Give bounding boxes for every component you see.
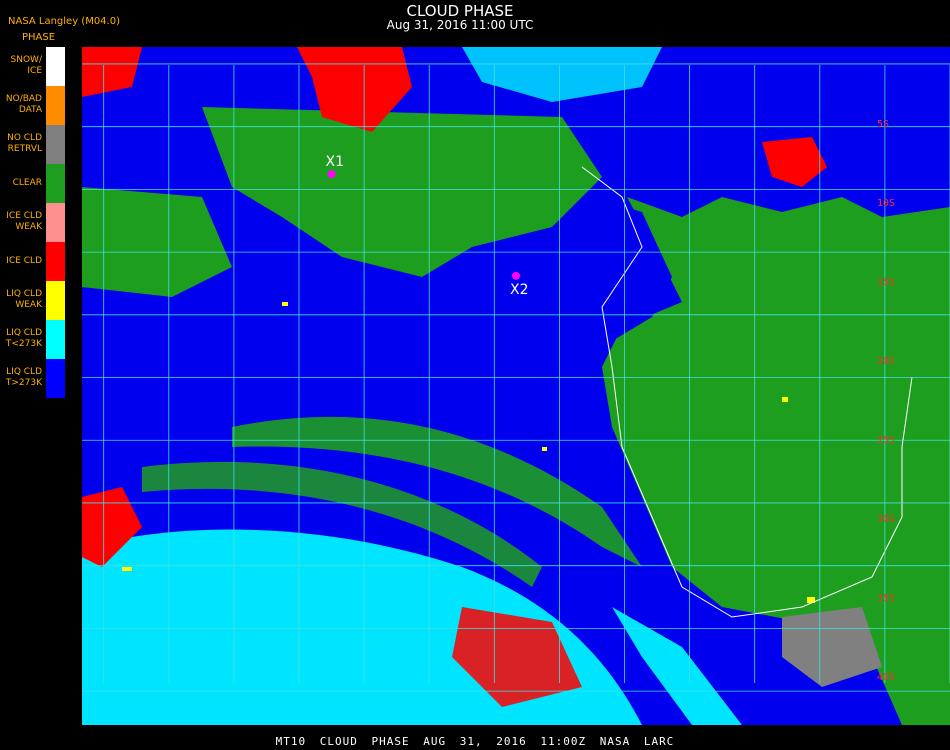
legend-item: ICE CLD WEAK <box>0 203 66 242</box>
legend-item: SNOW/ ICE <box>0 47 66 86</box>
legend-label: SNOW/ ICE <box>10 55 42 76</box>
lat-label: 20S <box>877 356 895 367</box>
legend-label: NO CLD RETRVL <box>7 133 42 154</box>
legend-label: ICE CLD WEAK <box>6 211 42 232</box>
org-label: NASA Langley (M04.0) <box>8 16 120 27</box>
legend-swatch <box>46 320 65 359</box>
legend-swatch <box>46 203 65 242</box>
legend-label: LIQ CLD WEAK <box>6 289 42 310</box>
legend-item: NO/BAD DATA <box>0 86 66 125</box>
legend-label: NO/BAD DATA <box>5 94 42 115</box>
lat-label: 15S <box>877 277 895 288</box>
legend-swatch <box>46 242 65 281</box>
legend-item: LIQ CLD T<273K <box>0 320 66 359</box>
legend-item: ICE CLD <box>0 242 66 281</box>
legend-label: LIQ CLD T>273K <box>5 367 42 388</box>
legend-item: CLEAR <box>0 164 66 203</box>
marker-point <box>512 271 520 280</box>
legend-swatch <box>46 359 65 398</box>
timestamp: Aug 31, 2016 11:00 UTC <box>386 18 534 32</box>
legend-swatch <box>46 86 65 125</box>
lat-label: 30S <box>877 514 895 525</box>
legend-heading: PHASE <box>22 32 56 43</box>
legend-item: NO CLD RETRVL <box>0 125 66 164</box>
legend-label: LIQ CLD T<273K <box>5 328 42 349</box>
legend-item: LIQ CLD WEAK <box>0 281 66 320</box>
legend-swatch <box>46 164 65 203</box>
marker-label: X1 <box>326 154 345 170</box>
marker-point <box>327 170 336 179</box>
marker-label: X2 <box>510 282 529 298</box>
legend-item: LIQ CLD T>273K <box>0 359 66 398</box>
lat-label: 5S <box>877 119 889 130</box>
legend-label: ICE CLD <box>6 256 42 266</box>
lat-label: 10S <box>877 198 895 209</box>
legend-swatch <box>46 125 65 164</box>
footer-caption: MT10 CLOUD PHASE AUG 31, 2016 11:00Z NAS… <box>275 735 675 748</box>
legend-label: CLEAR <box>12 178 42 188</box>
cloud-phase-map: 5S 10S 15S 20S 25S 30S 35S 40S X1 X2 <box>82 47 950 725</box>
lat-label: 25S <box>877 435 895 446</box>
legend-swatch <box>46 47 65 86</box>
lat-label: 35S <box>877 593 895 604</box>
lat-label: 40S <box>877 672 895 683</box>
legend-swatch <box>46 281 65 320</box>
